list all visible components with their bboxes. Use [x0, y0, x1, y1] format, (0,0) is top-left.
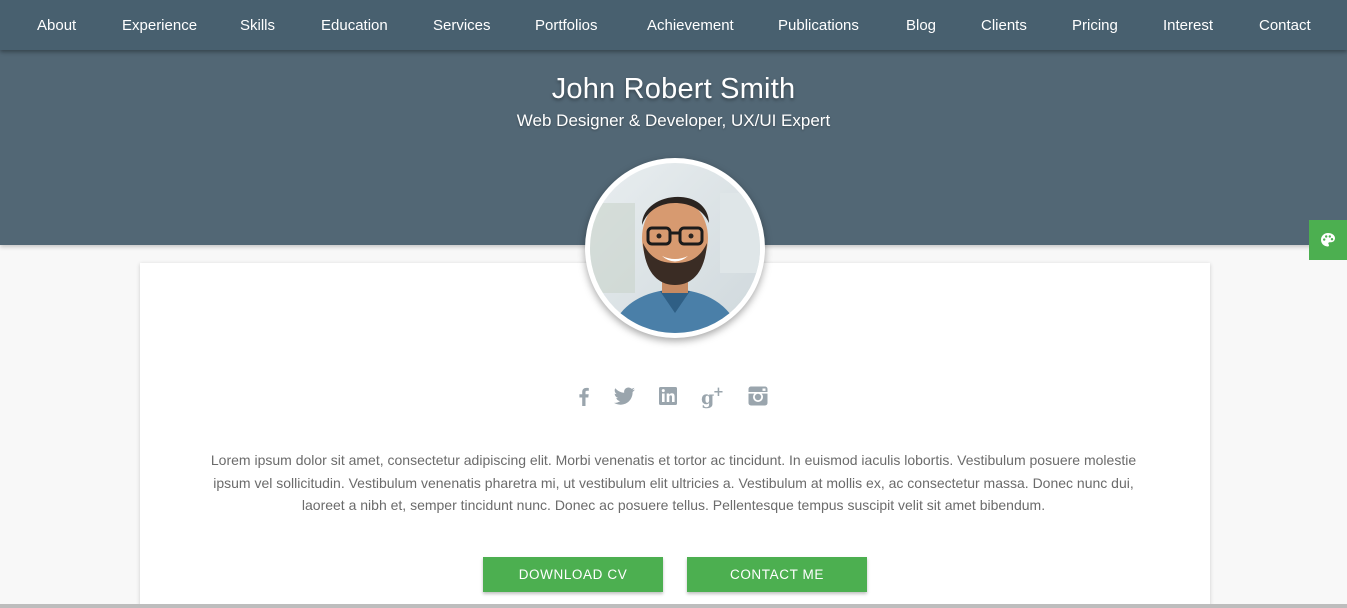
- profile-tagline: Web Designer & Developer, UX/UI Expert: [516, 111, 831, 130]
- nav-item-contact[interactable]: Contact: [1259, 0, 1311, 50]
- avatar-photo: [590, 163, 760, 333]
- nav-item-about[interactable]: About: [37, 0, 76, 50]
- nav-item-achievement[interactable]: Achievement: [647, 0, 734, 50]
- nav-item-interest[interactable]: Interest: [1163, 0, 1213, 50]
- nav-item-publications[interactable]: Publications: [778, 0, 859, 50]
- nav-item-pricing[interactable]: Pricing: [1072, 0, 1118, 50]
- nav-item-blog[interactable]: Blog: [906, 0, 936, 50]
- linkedin-icon[interactable]: [655, 383, 681, 409]
- nav-item-clients[interactable]: Clients: [981, 0, 1027, 50]
- bio-text: Lorem ipsum dolor sit amet, consectetur …: [210, 452, 1137, 513]
- top-navigation: About Experience Skills Education Servic…: [0, 0, 1347, 50]
- nav-item-portfolios[interactable]: Portfolios: [535, 0, 598, 50]
- download-cv-button[interactable]: DOWNLOAD CV: [483, 557, 663, 592]
- color-switcher-button[interactable]: [1309, 220, 1347, 260]
- nav-item-services[interactable]: Services: [433, 0, 491, 50]
- palette-icon: [1321, 233, 1335, 247]
- twitter-icon[interactable]: [611, 383, 637, 409]
- profile-name: John Robert Smith: [551, 73, 796, 105]
- contact-me-button[interactable]: CONTACT ME: [687, 557, 867, 592]
- instagram-icon[interactable]: [745, 383, 771, 409]
- avatar: [585, 158, 765, 338]
- nav-item-education[interactable]: Education: [321, 0, 388, 50]
- page-bottom-edge: [0, 604, 1347, 608]
- google-plus-icon[interactable]: g +: [700, 383, 726, 409]
- nav-item-experience[interactable]: Experience: [122, 0, 197, 50]
- facebook-icon[interactable]: [571, 383, 597, 409]
- svg-text:+: +: [713, 385, 724, 400]
- nav-item-skills[interactable]: Skills: [240, 0, 275, 50]
